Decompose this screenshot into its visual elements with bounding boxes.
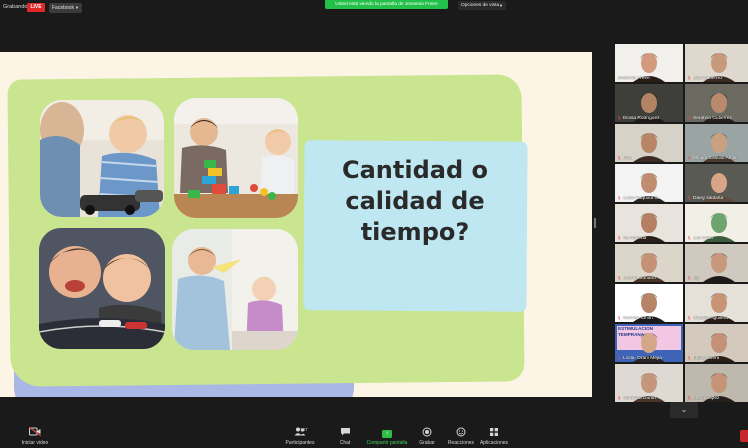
chevron-down-icon: ▼ [75,5,79,10]
slide-title: Cantidad o calidad de tiempo? [342,156,488,246]
participant-tile[interactable]: 🎙 Serafina Gutierrez [685,84,748,122]
participant-name: Serafina Gutierrez [693,116,732,121]
participant-tile[interactable]: 🎙 Claudia Aguilera [685,284,748,322]
start-video-label: Iniciar video [21,440,49,446]
participant-name: Maria López [693,396,720,401]
participant-name: Verónica Duran [623,396,657,401]
photo-father-daughter-plane [172,229,298,350]
reactions-icon [446,427,476,437]
participant-tile[interactable]: 🎙 lejs [685,244,748,282]
shared-screen-slide: Cantidad o calidad de tiempo? [0,52,592,397]
view-options-button[interactable]: Opciones de vista ▼ [458,1,506,10]
participant-name: Lorena Soriano [623,276,656,281]
chevron-down-icon: ⌄ [680,405,688,414]
participant-tile[interactable]: 🎙 Idelis Rivera [685,324,748,362]
muted-mic-icon: 🎙 [617,236,622,240]
share-screen-icon: ↑ [364,427,410,438]
share-screen-button[interactable]: ↑ Compartir pantalla [364,427,410,446]
gallery-scroll-down-button[interactable]: ⌄ [670,402,698,418]
share-screen-label: Compartir pantalla [366,440,408,446]
participant-tile[interactable]: 🎙 Rita [615,124,683,162]
stream-target-label: Facebook [52,5,74,11]
reactions-label: Reacciones [447,440,475,446]
muted-mic-icon: 🎙 [617,156,622,160]
chevron-up-icon[interactable]: ^ [38,428,40,433]
participant-tile[interactable]: 🎙 Maria López [685,364,748,402]
apps-label: Aplicaciones [479,440,509,446]
participant-tile[interactable]: ESTIMULACION TEMPRANA 🎙 Licda. Orani Mejía [615,324,683,362]
participant-tile[interactable]: 🎙 Lorena Soriano [615,244,683,282]
muted-mic-icon: 🎙 [687,76,692,80]
recording-label: Grabando [3,4,28,10]
view-options-label: Opciones de vista [461,3,500,8]
participant-name: Eloisa Rodríguez [623,116,660,121]
participant-name: Miriam Castillo Amol... [693,156,741,161]
start-video-button[interactable]: Iniciar video ^ [18,426,52,446]
video-off-icon [18,426,52,437]
photo-child-cars [40,100,164,217]
participant-tile[interactable]: 🎙 Lilia Gutierrez [685,44,748,82]
muted-mic-icon: 🎙 [687,396,692,400]
photo-father-son-blocks [174,98,298,218]
participant-tile[interactable]: 🎙 Daisy saldaña [685,164,748,202]
apps-icon [479,427,509,437]
participant-tile[interactable]: 🎙 Luz Arcia [685,204,748,242]
muted-mic-icon: 🎙 [617,116,622,120]
meeting-toolbar: Iniciar video ^ 137 Participantes Chat ↑… [0,422,748,448]
participant-name: Jessenia Freire [617,76,650,81]
muted-mic-icon: 🎙 [617,316,622,320]
participant-tile[interactable]: Jessenia Freire [615,44,683,82]
participant-tile[interactable]: 🎙 Miriam Castillo Amol... [685,124,748,162]
top-bar: Grabando LIVE Facebook ▼ Usted está vien… [0,0,748,16]
participant-name: Idelis Rivera [693,356,720,361]
participant-name: Nemias Smith [623,316,653,321]
participant-name: Lilia Gutierrez [693,76,723,81]
muted-mic-icon: 🎙 [687,116,692,120]
participant-name: Licda. Orani Mejía [623,356,662,361]
participant-name: Daisy saldaña [693,196,724,201]
reactions-button[interactable]: Reacciones [446,427,476,446]
participant-tile[interactable]: 🎙 iris malena [615,204,683,242]
panel-splitter-handle[interactable] [594,218,596,228]
photo-father-son-racing [39,228,165,349]
muted-mic-icon: 🎙 [617,396,622,400]
muted-mic-icon: 🎙 [687,316,692,320]
record-label: Grabar [419,440,435,446]
muted-mic-icon: 🎙 [687,156,692,160]
live-badge[interactable]: LIVE [27,3,45,12]
share-banner: Usted está viendo la pantalla de Jesseni… [325,0,448,9]
participant-tile[interactable]: 🎙 Lucia Esquina G. [615,164,683,202]
record-icon [416,427,438,437]
chat-label: Chat [339,440,351,446]
participant-tile[interactable]: 🎙 Nemias Smith [615,284,683,322]
participant-name: lejs [693,276,701,281]
muted-mic-icon: 🎙 [617,356,622,360]
participant-name: Rita [623,156,632,161]
participant-name: Luz Arcia [693,236,713,241]
muted-mic-icon: 🎙 [617,196,622,200]
end-meeting-button[interactable] [740,430,748,442]
chat-icon [336,427,354,437]
record-button[interactable]: Grabar [416,427,438,446]
participant-name: iris malena [623,236,647,241]
apps-button[interactable]: Aplicaciones [479,427,509,446]
muted-mic-icon: 🎙 [687,276,692,280]
participant-tile[interactable]: 🎙 Verónica Duran [615,364,683,402]
muted-mic-icon: 🎙 [687,356,692,360]
tile-overlay-text: ESTIMULACION TEMPRANA [618,326,653,337]
participant-name: Claudia Aguilera [693,316,728,321]
muted-mic-icon: 🎙 [687,196,692,200]
chevron-down-icon: ▼ [499,3,503,8]
muted-mic-icon: 🎙 [687,236,692,240]
muted-mic-icon: 🎙 [617,276,622,280]
participant-name: Lucia Esquina G. [623,196,660,201]
participants-label: Participantes [285,440,315,446]
participants-count: 137 [300,427,308,432]
participants-button[interactable]: 137 Participantes [282,427,318,446]
participant-tile[interactable]: 🎙 Eloisa Rodríguez [615,84,683,122]
stream-target-dropdown[interactable]: Facebook ▼ [49,3,82,13]
chat-button[interactable]: Chat [336,427,354,446]
